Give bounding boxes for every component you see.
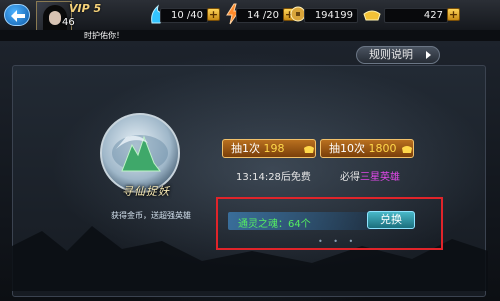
add-gold-button[interactable]: + bbox=[447, 8, 460, 21]
notice-strip: 时护佑你！ bbox=[0, 30, 500, 41]
back-arrow-icon bbox=[11, 10, 25, 22]
gold-ingot-icon bbox=[402, 146, 412, 153]
event-emblem bbox=[100, 113, 180, 193]
jade-mountain-icon bbox=[112, 135, 168, 172]
gold-value: 427 bbox=[384, 8, 448, 23]
coin-value: 194199 bbox=[304, 8, 358, 23]
guarantee-text: 必得三星英雄 bbox=[340, 168, 400, 183]
draw-ten-label: 抽10次 bbox=[329, 142, 365, 155]
add-stamina-button[interactable]: + bbox=[207, 8, 220, 21]
energy-value: 14 /20 bbox=[236, 8, 284, 23]
guarantee-prefix: 必得 bbox=[340, 172, 360, 183]
event-title: 寻仙捉妖 bbox=[122, 185, 170, 198]
draw-once-label: 抽1次 bbox=[231, 142, 260, 155]
stamina-value: 10 /40 bbox=[160, 8, 208, 23]
draw-ten-button[interactable]: 抽10次 1800 bbox=[320, 139, 414, 158]
free-draw-timer: 13:14:28后免费 bbox=[236, 172, 311, 183]
highlight-frame bbox=[216, 197, 443, 250]
gold-ingot-icon bbox=[304, 146, 314, 153]
back-button[interactable] bbox=[4, 4, 30, 26]
draw-once-button[interactable]: 抽1次 198 bbox=[222, 139, 316, 158]
top-bar: VIP 5 46 10 /40 + 14 /20 + 194199 427 + bbox=[0, 0, 500, 37]
vip-badge: VIP 5 bbox=[69, 2, 102, 15]
player-level: 46 bbox=[62, 17, 75, 28]
rules-button-label: 规则说明 bbox=[369, 48, 413, 61]
rules-button[interactable]: 规则说明 bbox=[356, 46, 440, 64]
notice-text: 时护佑你！ bbox=[84, 31, 124, 40]
play-arrow-icon bbox=[426, 51, 431, 59]
draw-ten-cost: 1800 bbox=[368, 142, 397, 155]
event-caption: 获得金币，送超强英雄 bbox=[111, 211, 191, 220]
guarantee-highlight: 三星英雄 bbox=[360, 172, 400, 183]
gold-ingot-icon bbox=[363, 10, 381, 21]
draw-once-cost: 198 bbox=[263, 142, 285, 155]
